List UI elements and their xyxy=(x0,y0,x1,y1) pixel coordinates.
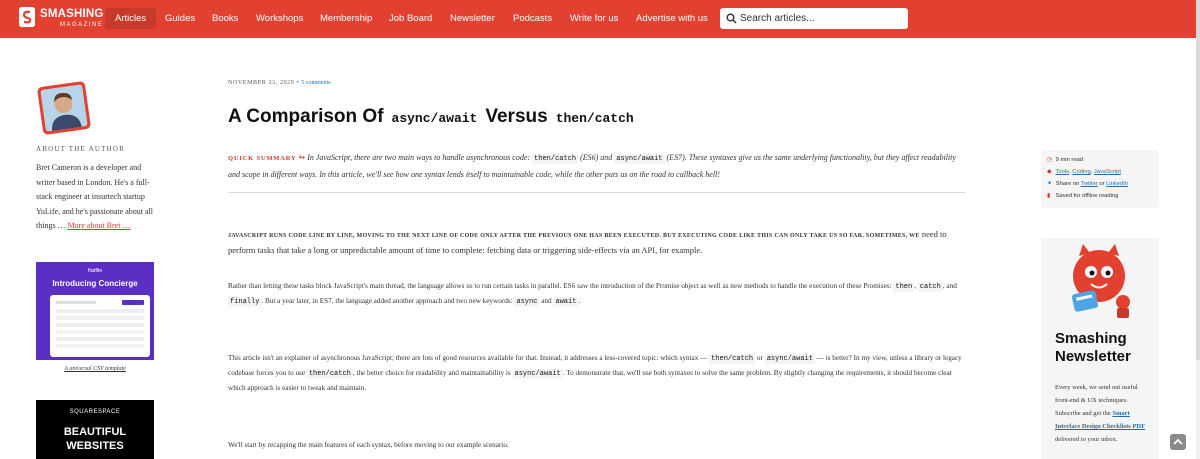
tag-link-coding[interactable]: Coding xyxy=(1072,169,1090,175)
back-to-top-icon[interactable] xyxy=(1170,434,1186,450)
title-code-2: then/catch xyxy=(555,111,634,126)
inline-code: catch xyxy=(917,282,943,292)
read-time: ◷ 9 min read xyxy=(1047,157,1084,163)
nav-podcasts[interactable]: Podcasts xyxy=(503,8,562,29)
search-icon xyxy=(726,13,737,24)
nav-guides[interactable]: Guides xyxy=(155,8,205,29)
quick-summary: Quick summary ↬ In JavaScript, there are… xyxy=(228,153,956,179)
twitter-icon: ✦ xyxy=(1047,181,1053,187)
article-paragraph-3: This article isn't an explainer of async… xyxy=(228,354,962,392)
nav-advertise[interactable]: Advertise with us xyxy=(626,8,718,29)
ad-headline-line1: BEAUTIFUL xyxy=(63,426,127,438)
summary-arrow-icon: ↬ xyxy=(298,153,306,162)
quick-summary-label: Quick summary xyxy=(228,155,297,162)
logo-mark-icon xyxy=(19,7,35,27)
inline-code: finally xyxy=(228,297,262,307)
nav-newsletter[interactable]: Newsletter xyxy=(440,8,505,29)
inline-code: await xyxy=(553,297,579,307)
article-info-box: ◷ 9 min read ◆ Tools, Coding, JavaScript… xyxy=(1041,150,1159,208)
scrollbar-thumb[interactable] xyxy=(1196,0,1200,360)
title-code-1: async/await xyxy=(391,111,478,126)
share-linkedin-link[interactable]: LinkedIn xyxy=(1106,181,1128,187)
author-avatar[interactable] xyxy=(36,80,92,136)
inline-code: async xyxy=(514,297,540,307)
clock-icon: ◷ xyxy=(1047,157,1053,163)
nav-articles[interactable]: Articles xyxy=(105,8,157,29)
ad-brand: flatfile xyxy=(88,268,103,274)
tag-link-javascript[interactable]: JavaScript xyxy=(1094,169,1121,175)
inline-code: then/catch xyxy=(532,154,579,164)
inline-code: then/catch xyxy=(306,369,353,379)
inline-code: async/await xyxy=(512,369,563,379)
article-meta: November 23, 2020 • 5 comments xyxy=(228,80,331,86)
article-paragraph-2: Rather than letting these tasks block Ja… xyxy=(228,282,957,307)
about-author-heading: About The Author xyxy=(36,145,125,153)
search-input[interactable] xyxy=(740,8,905,29)
inline-code: then/catch xyxy=(709,354,756,364)
tag-icon: ◆ xyxy=(1047,169,1052,175)
newsletter-description: Every week, we send out useful front-end… xyxy=(1055,384,1146,443)
top-navigation-bar: SMASHING MAGAZINE Articles Guides Books … xyxy=(0,0,1196,38)
smashing-cat-mascot-icon xyxy=(1071,244,1130,318)
offline-status: ▮ Saved for offline reading xyxy=(1047,193,1119,199)
logo-wordmark: SMASHING xyxy=(40,8,104,20)
logo-subtitle: MAGAZINE xyxy=(60,22,104,28)
page-scrollbar[interactable] xyxy=(1196,0,1200,459)
bookmark-icon: ▮ xyxy=(1047,193,1051,199)
nav-workshops[interactable]: Workshops xyxy=(246,8,313,29)
share-row: ✦ Share on Twitter or LinkedIn xyxy=(1047,181,1129,187)
inline-code: then xyxy=(893,282,915,292)
author-bio: Bret Cameron is a developer and writer b… xyxy=(36,161,158,234)
title-part-a: A Comparison Of xyxy=(228,106,384,127)
title-part-versus: Versus xyxy=(485,106,548,127)
share-twitter-link[interactable]: Twitter xyxy=(1081,181,1098,187)
squarespace-ad[interactable]: SQUARESPACE BEAUTIFUL WEBSITES xyxy=(36,400,154,459)
ad-headline-line2: WEBSITES xyxy=(66,440,124,452)
nav-membership[interactable]: Membership xyxy=(310,8,382,29)
search-box[interactable] xyxy=(720,8,908,29)
comments-link[interactable]: 5 comments xyxy=(301,80,330,86)
article-paragraph-4: We'll start by recapping the main featur… xyxy=(228,441,509,449)
ad-caption-link[interactable]: A universal CSV template xyxy=(36,366,154,372)
article-tags: ◆ Tools, Coding, JavaScript xyxy=(1047,169,1121,175)
article-date: November 23, 2020 xyxy=(228,80,295,86)
ad-brand: SQUARESPACE xyxy=(69,409,121,415)
inline-code: async/await xyxy=(764,354,815,364)
article-title: A Comparison Of async/await Versus then/… xyxy=(228,93,634,130)
summary-divider xyxy=(228,192,966,193)
article-paragraph-1: JavaScript runs code line by line, movin… xyxy=(228,229,947,255)
nav-books[interactable]: Books xyxy=(202,8,248,29)
tag-link-tools[interactable]: Tools xyxy=(1056,169,1070,175)
more-about-author-link[interactable]: More about Bret … xyxy=(68,221,131,230)
ad-product-screenshot xyxy=(50,295,150,357)
inline-code: async/await xyxy=(614,154,665,164)
nav-write-for-us[interactable]: Write for us xyxy=(560,8,628,29)
flatfile-ad[interactable]: flatfile Introducing Concierge xyxy=(36,262,154,360)
newsletter-box: Smashing Newsletter Every week, we send … xyxy=(1041,238,1159,459)
ad-headline: Introducing Concierge xyxy=(52,279,138,288)
smashing-logo[interactable]: SMASHING MAGAZINE xyxy=(18,6,103,32)
newsletter-title: Smashing Newsletter xyxy=(1055,330,1131,365)
nav-job-board[interactable]: Job Board xyxy=(379,8,442,29)
